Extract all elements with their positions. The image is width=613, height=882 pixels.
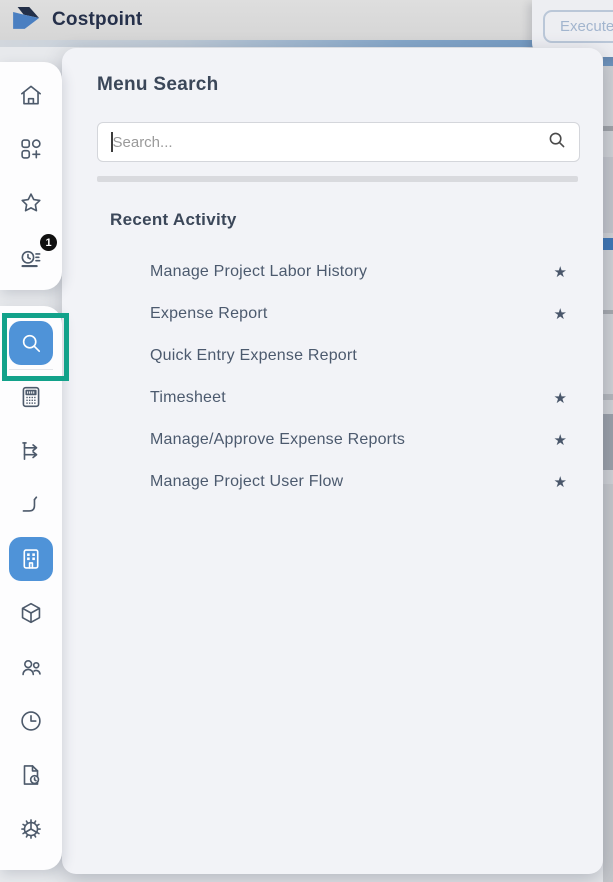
recent-item[interactable]: Manage Project User Flow ★ [150,461,567,503]
home-icon [18,82,44,108]
search-icon [18,330,44,356]
sidebar-item-accounting[interactable] [0,370,62,424]
pipeline-icon [18,492,44,518]
sidebar-item-home[interactable] [0,68,62,122]
people-icon [18,654,44,680]
sidebar-item-favorites[interactable] [0,176,62,230]
favorites-star-icon [18,190,44,216]
sidebar-item-applications[interactable] [0,122,62,176]
recent-item[interactable]: Expense Report ★ [150,293,567,335]
recent-item[interactable]: Manage Project Labor History ★ [150,251,567,293]
process-flow-icon [18,438,44,464]
recent-item[interactable]: Timesheet ★ [150,377,567,419]
sidebar-item-reports[interactable] [0,748,62,802]
screen: Costpoint Execute Menu Search Recent Act… [0,0,613,882]
edge-stripe [603,126,613,131]
favorite-star-icon[interactable]: ★ [554,305,567,323]
edge-stripe [603,310,613,314]
edge-stripe [603,394,613,400]
recent-item[interactable]: Quick Entry Expense Report★ [150,335,567,377]
recent-item-label: Expense Report [150,305,268,323]
deltek-logo [10,4,42,37]
favorite-star-icon[interactable]: ★ [554,473,567,491]
search-box [97,122,580,162]
sidebar-item-menu-search[interactable] [0,316,62,370]
search-input[interactable] [113,134,549,151]
materials-cube-icon [18,600,44,626]
app-header: Costpoint [0,0,613,40]
sidebar-item-recent[interactable]: 1 [0,230,62,284]
admin-gear-icon [18,816,44,842]
edge-stripe [603,484,613,882]
recent-activity-title: Recent Activity [110,210,237,230]
edge-stripe [603,157,613,233]
sidebar-item-people[interactable] [0,640,62,694]
edge-stripe [603,238,613,250]
recent-activity-icon [18,244,44,270]
report-file-icon [18,762,44,788]
notification-badge: 1 [40,234,57,251]
favorite-star-icon[interactable]: ★ [554,389,567,407]
app-launcher-icon [18,136,44,162]
recent-item-label: Manage Project User Flow [150,473,343,491]
recent-item-label: Timesheet [150,389,226,407]
favorite-star-icon[interactable]: ★ [554,431,567,449]
edge-stripe [603,414,613,470]
menu-search-panel: Menu Search Recent Activity Manage Proje… [62,48,603,874]
header-accent-bar [0,40,613,47]
execute-button[interactable]: Execute [543,10,613,43]
sidebar-item-process-flow[interactable] [0,424,62,478]
recent-activity-list: Manage Project Labor History★Expense Rep… [150,251,567,503]
calculator-icon [18,384,44,410]
sidebar-module-group [0,306,62,870]
recent-item-label: Quick Entry Expense Report [150,347,357,365]
company-building-icon [18,546,44,572]
sidebar-item-company-active-button[interactable] [9,537,53,581]
recent-item[interactable]: Manage/Approve Expense Reports ★ [150,419,567,461]
sidebar-item-time[interactable] [0,694,62,748]
sidebar-item-menu-search-active-button[interactable] [9,321,53,365]
panel-title: Menu Search [97,74,219,96]
sidebar-item-materials[interactable] [0,586,62,640]
sidebar-item-company[interactable] [0,532,62,586]
background-app-edge [603,46,613,882]
time-clock-icon [18,708,44,734]
app-title: Costpoint [52,9,142,31]
search-icon[interactable] [548,131,566,154]
favorite-star-icon[interactable]: ★ [554,263,567,281]
section-divider [97,176,578,182]
sidebar-item-pipeline[interactable] [0,478,62,532]
sidebar-primary-group: 1 [0,62,62,290]
edge-stripe [603,56,613,66]
sidebar-item-admin[interactable] [0,802,62,856]
recent-item-label: Manage/Approve Expense Reports [150,431,405,449]
recent-item-label: Manage Project Labor History [150,263,367,281]
